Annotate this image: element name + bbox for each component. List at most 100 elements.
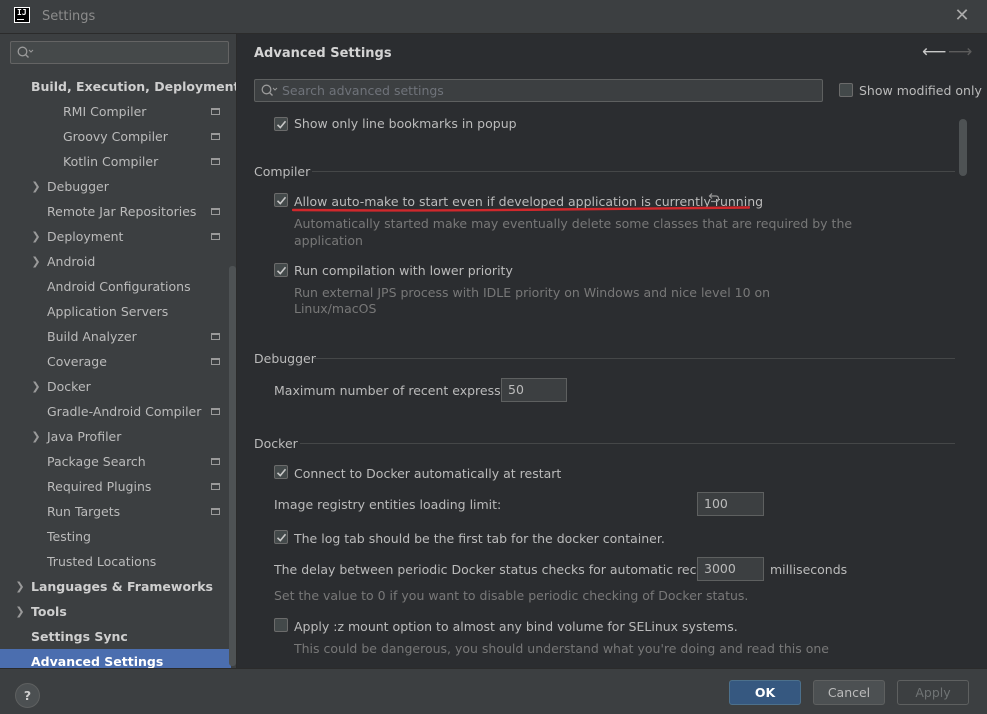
- project-scope-icon: [211, 483, 220, 490]
- cancel-button[interactable]: Cancel: [813, 680, 885, 705]
- tree-item-settings-sync[interactable]: Settings Sync: [0, 624, 236, 649]
- project-scope-icon: [211, 233, 220, 240]
- chevron-right-icon[interactable]: ❯: [31, 424, 41, 449]
- auto-make-description-line2: application: [294, 233, 363, 248]
- apply-button[interactable]: Apply: [897, 680, 969, 705]
- ok-button[interactable]: OK: [729, 680, 801, 705]
- lower-priority-description-line1: Run external JPS process with IDLE prior…: [294, 285, 771, 300]
- tree-item-java-profiler[interactable]: ❯ Java Profiler: [0, 424, 236, 449]
- section-divider: [312, 171, 955, 172]
- back-arrow-icon[interactable]: ⟵: [922, 42, 946, 62]
- checkmark-icon: [276, 120, 287, 129]
- checkmark-icon: [276, 468, 287, 477]
- content-scrollbar[interactable]: [959, 119, 967, 176]
- auto-make-checkbox[interactable]: [274, 193, 288, 207]
- registry-limit-input[interactable]: 100: [697, 492, 764, 516]
- advanced-settings-panel: Advanced Settings ⟵ ⟶ Show modified only…: [238, 34, 987, 668]
- show-modified-checkbox[interactable]: [839, 83, 853, 97]
- settings-sidebar: Build, Execution, Deployment RMI Compile…: [0, 34, 237, 668]
- tree-item-run-targets[interactable]: Run Targets: [0, 499, 236, 524]
- tree-item-testing[interactable]: Testing: [0, 524, 236, 549]
- docker-delay-label: The delay between periodic Docker status…: [274, 562, 763, 577]
- lower-priority-label: Run compilation with lower priority: [294, 263, 513, 278]
- docker-delay-input[interactable]: 3000: [697, 557, 764, 581]
- tree-item-android-configurations[interactable]: Android Configurations: [0, 274, 236, 299]
- docker-connect-checkbox[interactable]: [274, 465, 288, 479]
- title-bar: IJ Settings ✕: [0, 0, 987, 34]
- help-button[interactable]: ?: [15, 683, 40, 708]
- project-scope-icon: [211, 108, 220, 115]
- bookmarks-popup-label: Show only line bookmarks in popup: [294, 116, 517, 131]
- checkmark-icon: [276, 266, 287, 275]
- project-scope-icon: [211, 158, 220, 165]
- registry-limit-label: Image registry entities loading limit:: [274, 497, 502, 512]
- tree-item-groovy-compiler[interactable]: Groovy Compiler: [0, 124, 236, 149]
- project-scope-icon: [211, 358, 220, 365]
- project-scope-icon: [211, 208, 220, 215]
- max-expressions-label: Maximum number of recent expressions:: [274, 383, 531, 398]
- sidebar-search-input[interactable]: [10, 41, 229, 64]
- tree-item-remote-jar-repositories[interactable]: Remote Jar Repositories: [0, 199, 236, 224]
- tree-item-kotlin-compiler[interactable]: Kotlin Compiler: [0, 149, 236, 174]
- docker-log-tab-label: The log tab should be the first tab for …: [294, 531, 665, 546]
- project-scope-icon: [211, 133, 220, 140]
- tree-item-coverage[interactable]: Coverage: [0, 349, 236, 374]
- bookmarks-popup-checkbox[interactable]: [274, 117, 288, 131]
- search-icon: [261, 84, 278, 96]
- tree-item-advanced-settings[interactable]: Advanced Settings: [0, 649, 231, 668]
- docker-delay-unit: milliseconds: [770, 562, 848, 577]
- lower-priority-checkbox[interactable]: [274, 263, 288, 277]
- intellij-logo-icon: IJ: [14, 7, 30, 23]
- tree-item-build-analyzer[interactable]: Build Analyzer: [0, 324, 236, 349]
- docker-connect-label: Connect to Docker automatically at resta…: [294, 466, 562, 481]
- tree-item-package-search[interactable]: Package Search: [0, 449, 236, 474]
- tree-item-build-execution-deployment[interactable]: Build, Execution, Deployment: [0, 74, 236, 99]
- tree-item-rmi-compiler[interactable]: RMI Compiler: [0, 99, 236, 124]
- tree-item-deployment[interactable]: ❯ Deployment: [0, 224, 236, 249]
- tree-item-docker[interactable]: ❯ Docker: [0, 374, 236, 399]
- section-divider: [300, 443, 955, 444]
- tree-item-required-plugins[interactable]: Required Plugins: [0, 474, 236, 499]
- compiler-section-header: Compiler: [254, 164, 311, 179]
- auto-make-description-line1: Automatically started make may eventuall…: [294, 216, 853, 231]
- section-divider: [314, 358, 955, 359]
- tree-item-android[interactable]: ❯ Android: [0, 249, 236, 274]
- tree-item-application-servers[interactable]: Application Servers: [0, 299, 236, 324]
- red-underline-annotation: [292, 206, 750, 212]
- forward-arrow-icon[interactable]: ⟶: [948, 42, 972, 62]
- chevron-right-icon[interactable]: ❯: [31, 224, 41, 249]
- docker-section-header: Docker: [254, 436, 298, 451]
- tree-item-languages-frameworks[interactable]: ❯ Languages & Frameworks: [0, 574, 236, 599]
- tree-item-debugger[interactable]: ❯ Debugger: [0, 174, 236, 199]
- project-scope-icon: [211, 508, 220, 515]
- show-modified-label: Show modified only: [859, 83, 982, 98]
- lower-priority-description-line2: Linux/macOS: [294, 301, 377, 316]
- checkmark-icon: [276, 196, 287, 205]
- project-scope-icon: [211, 333, 220, 340]
- advanced-search-input[interactable]: [282, 82, 812, 99]
- dialog-footer: ? OK Cancel Apply: [0, 668, 987, 714]
- debugger-section-header: Debugger: [254, 351, 316, 366]
- settings-scroll-area: Show only line bookmarks in popup Compil…: [238, 110, 987, 668]
- tree-item-trusted-locations[interactable]: Trusted Locations: [0, 549, 236, 574]
- chevron-right-icon[interactable]: ❯: [31, 174, 41, 199]
- mount-option-checkbox[interactable]: [274, 618, 288, 632]
- sidebar-scrollbar[interactable]: [229, 266, 236, 666]
- docker-delay-description: Set the value to 0 if you want to disabl…: [274, 588, 749, 603]
- docker-log-tab-checkbox[interactable]: [274, 530, 288, 544]
- search-icon: [17, 46, 34, 58]
- chevron-right-icon[interactable]: ❯: [31, 374, 41, 399]
- window-title: Settings: [42, 9, 96, 24]
- mount-option-label: Apply :z mount option to almost any bind…: [294, 619, 738, 634]
- tree-item-gradle-android-compiler[interactable]: Gradle-Android Compiler: [0, 399, 236, 424]
- close-icon[interactable]: ✕: [951, 5, 973, 27]
- chevron-right-icon[interactable]: ❯: [15, 574, 25, 599]
- max-expressions-input[interactable]: 50: [501, 378, 567, 402]
- advanced-search-field[interactable]: [254, 79, 823, 102]
- tree-item-tools[interactable]: ❯ Tools: [0, 599, 236, 624]
- chevron-right-icon[interactable]: ❯: [31, 249, 41, 274]
- checkmark-icon: [276, 533, 287, 542]
- chevron-right-icon[interactable]: ❯: [15, 599, 25, 624]
- reset-to-default-icon[interactable]: [706, 192, 720, 206]
- project-scope-icon: [211, 458, 220, 465]
